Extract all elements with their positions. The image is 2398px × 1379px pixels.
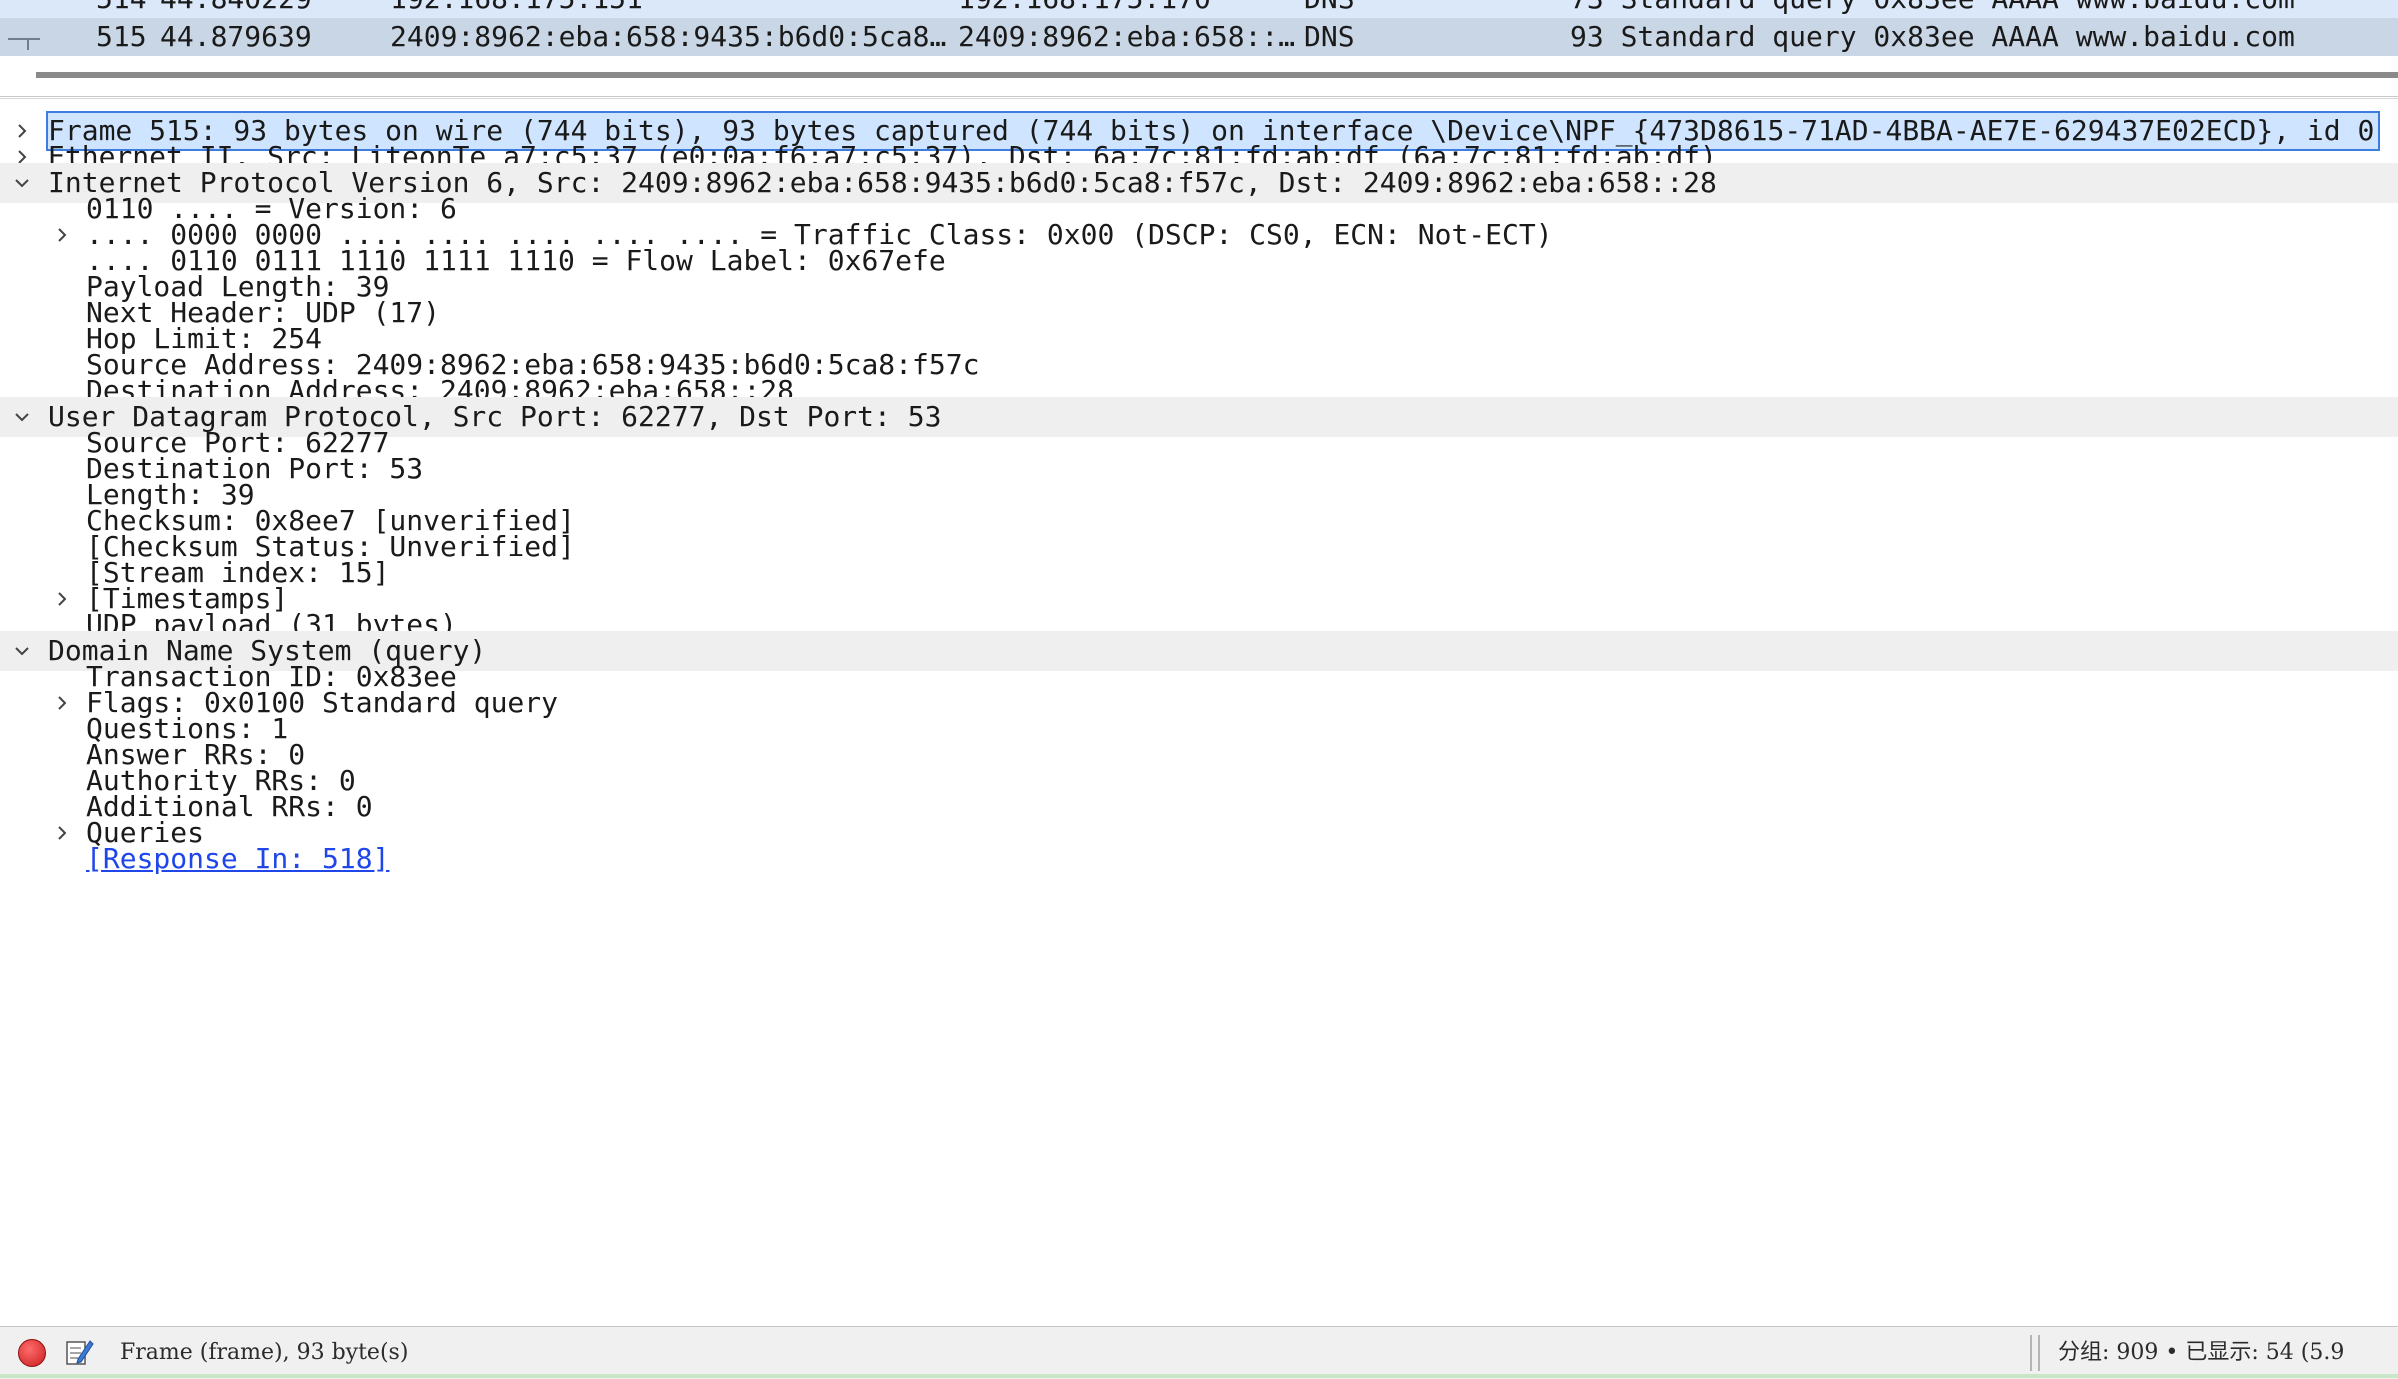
packet-no: 514 <box>96 0 147 18</box>
packet-no: 515 <box>96 20 147 53</box>
packet-protocol: DNS <box>1304 20 1355 53</box>
packet-time: 44.879639 <box>160 20 312 53</box>
status-separator[interactable] <box>2038 1335 2040 1371</box>
status-separator <box>2030 1335 2032 1371</box>
packet-row[interactable]: 514 44.840229 192.168.175.151 192.168.17… <box>0 0 2398 18</box>
packet-list-pane[interactable]: 514 44.840229 192.168.175.151 192.168.17… <box>0 0 2398 58</box>
response-in-link[interactable]: [Response In: 518] <box>86 839 395 879</box>
packet-info: 93 Standard query 0x83ee AAAA www.baidu.… <box>1570 20 2295 53</box>
packet-details-pane[interactable]: Frame 515: 93 bytes on wire (744 bits), … <box>0 98 2398 1327</box>
packet-list-scrollbar[interactable] <box>0 58 2398 97</box>
status-text: Frame (frame), 93 byte(s) <box>120 1340 409 1365</box>
comment-edit-icon[interactable] <box>64 1337 94 1367</box>
capture-status-icon[interactable] <box>18 1339 46 1367</box>
packet-stats: 分组: 909 • 已显示: 54 (5.9 <box>2058 1340 2345 1365</box>
packet-protocol: DNS <box>1304 0 1355 18</box>
packet-destination: 192.168.175.170 <box>958 0 1211 18</box>
scrollbar-thumb[interactable] <box>36 72 2398 78</box>
packet-row-selected[interactable]: 515 44.879639 2409:8962:eba:658:9435:b6d… <box>0 18 2398 56</box>
packet-info: 73 Standard query 0x83ee AAAA www.baidu.… <box>1570 0 2295 18</box>
status-bar: Frame (frame), 93 byte(s) 分组: 909 • 已显示:… <box>0 1326 2398 1379</box>
packet-source: 192.168.175.151 <box>390 0 643 18</box>
packet-time: 44.840229 <box>160 0 312 18</box>
packet-destination: 2409:8962:eba:658::… <box>958 20 1296 53</box>
related-packet-icon <box>8 38 40 50</box>
window-bottom-edge <box>0 1374 2398 1378</box>
packet-source: 2409:8962:eba:658:9435:b6d0:5ca8… <box>390 20 947 53</box>
tree-field-response-in[interactable]: [Response In: 518] <box>0 839 2398 879</box>
